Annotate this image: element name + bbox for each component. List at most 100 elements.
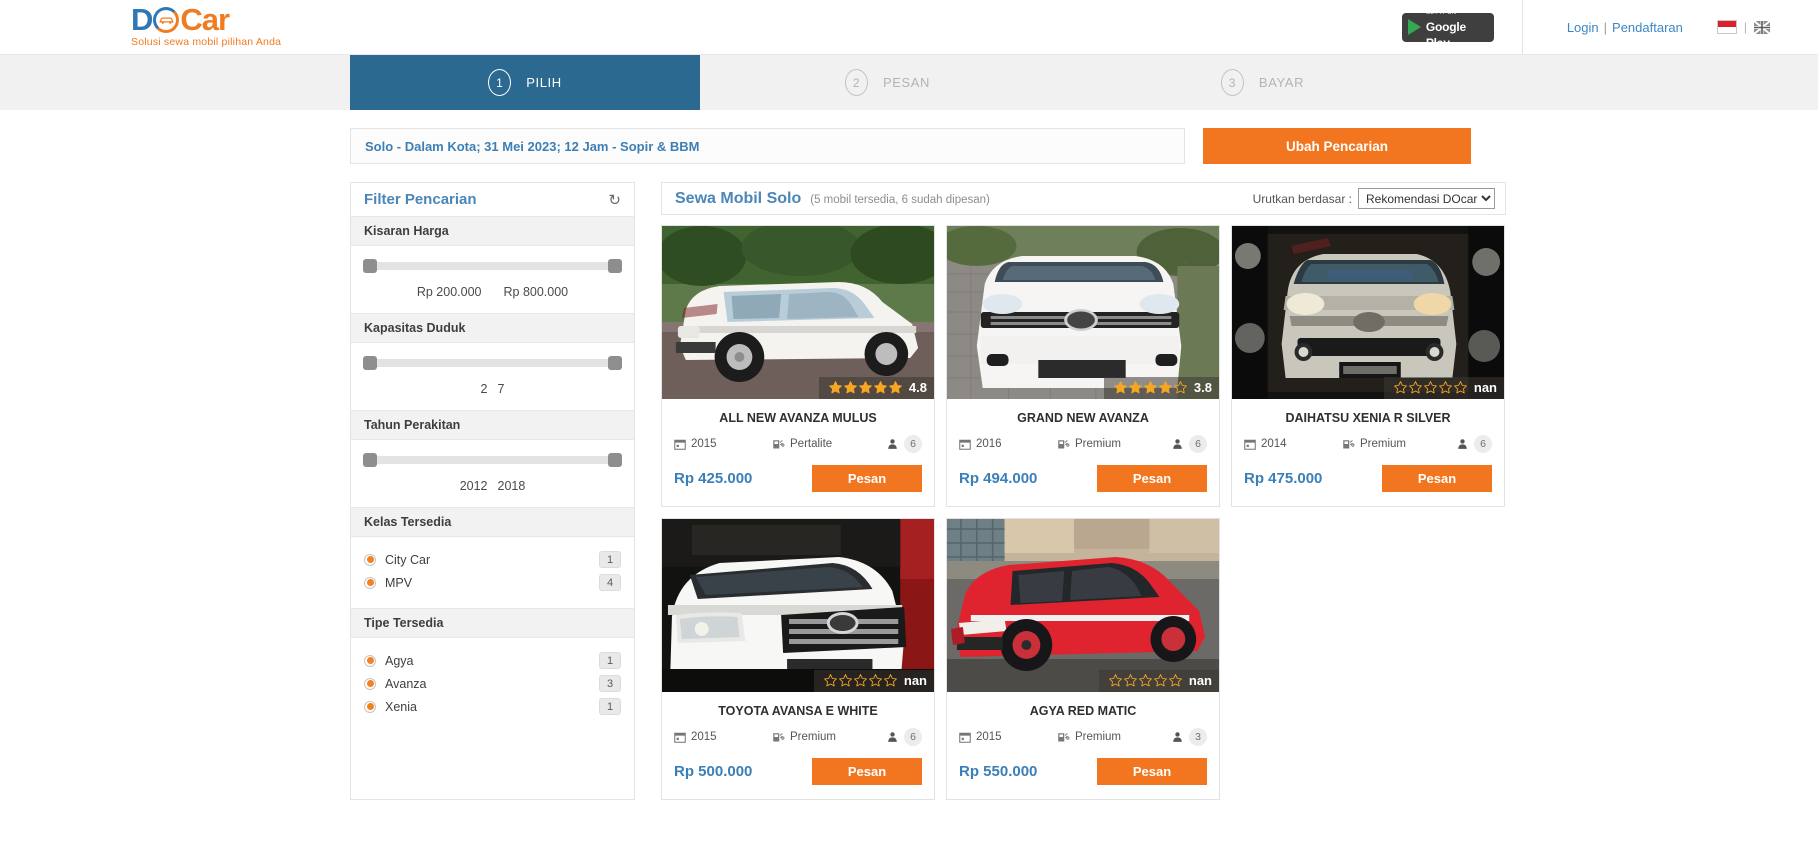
car-photo[interactable]: 3.8 bbox=[947, 226, 1219, 399]
calendar-icon bbox=[1244, 439, 1256, 450]
book-button[interactable]: Pesan bbox=[1097, 465, 1207, 492]
car-specs: 2015 Premium 6 bbox=[662, 718, 934, 746]
filter-sidebar: Filter Pencarian ↻ Kisaran Harga Rp 200.… bbox=[350, 182, 635, 800]
car-card[interactable]: 3.8 GRAND NEW AVANZA 2016 Premium 6 Rp 4… bbox=[946, 225, 1220, 507]
step-3-label: BAYAR bbox=[1258, 75, 1305, 90]
person-icon bbox=[1458, 439, 1467, 449]
filter-option-avanza[interactable]: Avanza 3 bbox=[364, 672, 621, 695]
car-card[interactable]: nan TOYOTA AVANSA E WHITE 2015 Premium 6… bbox=[661, 518, 935, 800]
uk-flag-icon[interactable] bbox=[1754, 20, 1770, 34]
price-slider-handle-max[interactable] bbox=[608, 259, 622, 273]
star-rating bbox=[823, 673, 898, 688]
register-link[interactable]: Pendaftaran bbox=[1612, 20, 1683, 35]
price-min-value: Rp 200.000 bbox=[416, 285, 482, 299]
logo[interactable]: D Car Solusi sewa mobil pilihan Anda bbox=[131, 1, 431, 48]
person-icon bbox=[888, 732, 897, 742]
booking-stepper: 1 PILIH 2 PESAN 3 BAYAR bbox=[0, 55, 1818, 110]
spec-seats: 6 bbox=[1172, 435, 1207, 453]
car-photo[interactable]: nan bbox=[662, 519, 934, 692]
year-filter-body: 2012 2018 bbox=[351, 440, 634, 507]
book-button[interactable]: Pesan bbox=[812, 758, 922, 785]
filter-option-city-car[interactable]: City Car 1 bbox=[364, 548, 621, 571]
price-slider-handle-min[interactable] bbox=[363, 259, 377, 273]
star-icon bbox=[854, 674, 867, 687]
logo-wordmark: D Car bbox=[131, 1, 431, 37]
logo-tagline: Solusi sewa mobil pilihan Anda bbox=[131, 35, 282, 48]
car-photo[interactable]: nan bbox=[1232, 226, 1504, 399]
car-photo[interactable]: 4.8 bbox=[662, 226, 934, 399]
calendar-icon bbox=[959, 732, 971, 743]
rating-value: nan bbox=[1188, 673, 1212, 688]
step-pesan[interactable]: 2 PESAN bbox=[700, 55, 1075, 110]
car-name: AGYA RED MATIC bbox=[1029, 704, 1137, 718]
class-filter-heading: Kelas Tersedia bbox=[351, 507, 634, 537]
logo-text-suffix: Car bbox=[180, 1, 230, 37]
calendar-icon bbox=[674, 732, 686, 743]
star-icon bbox=[1124, 674, 1137, 687]
radio-checked-icon bbox=[364, 677, 376, 690]
car-card[interactable]: 4.8 ALL NEW AVANZA MULUS 2015 Pertalite … bbox=[661, 225, 935, 507]
seats-slider-handle-max[interactable] bbox=[608, 356, 622, 370]
fuel-pump-icon bbox=[1343, 440, 1355, 449]
book-button[interactable]: Pesan bbox=[1097, 758, 1207, 785]
car-card[interactable]: nan AGYA RED MATIC 2015 Premium 3 Rp 550… bbox=[946, 518, 1220, 800]
car-price: Rp 494.000 bbox=[959, 470, 1038, 487]
step-1-number: 1 bbox=[488, 69, 512, 96]
fuel-pump-icon bbox=[1058, 733, 1070, 742]
indonesia-flag-icon[interactable] bbox=[1716, 20, 1737, 34]
car-name: GRAND NEW AVANZA bbox=[1017, 411, 1149, 425]
year-value: 2014 bbox=[1261, 438, 1287, 450]
price-slider[interactable] bbox=[363, 259, 622, 273]
spec-seats: 6 bbox=[887, 728, 922, 746]
seats-value: 6 bbox=[1189, 435, 1207, 453]
spec-year: 2015 bbox=[674, 731, 772, 743]
car-card-grid: 4.8 ALL NEW AVANZA MULUS 2015 Pertalite … bbox=[661, 225, 1506, 800]
search-summary[interactable]: Solo - Dalam Kota; 31 Mei 2023; 12 Jam -… bbox=[350, 128, 1185, 164]
star-icon bbox=[1394, 381, 1407, 394]
fuel-pump-icon bbox=[1058, 440, 1070, 449]
type-option-label: Avanza bbox=[385, 676, 427, 691]
year-slider-handle-max[interactable] bbox=[608, 453, 622, 467]
step-pilih[interactable]: 1 PILIH bbox=[350, 55, 700, 110]
car-price: Rp 475.000 bbox=[1244, 470, 1323, 487]
rating-value: 4.8 bbox=[908, 380, 927, 395]
seats-slider[interactable] bbox=[363, 356, 622, 370]
star-icon bbox=[884, 674, 897, 687]
seats-filter-heading: Kapasitas Duduk bbox=[351, 313, 634, 343]
filter-option-agya[interactable]: Agya 1 bbox=[364, 649, 621, 672]
car-in-circle-icon bbox=[153, 6, 180, 33]
filter-option-xenia[interactable]: Xenia 1 bbox=[364, 695, 621, 718]
seats-slider-handle-min[interactable] bbox=[363, 356, 377, 370]
rating-value: nan bbox=[1473, 380, 1497, 395]
type-option-count: 3 bbox=[599, 675, 621, 692]
sort-select[interactable]: Rekomendasi DOcar bbox=[1358, 188, 1495, 209]
spec-seats: 6 bbox=[887, 435, 922, 453]
car-card[interactable]: nan DAIHATSU XENIA R SILVER 2014 Premium… bbox=[1231, 225, 1505, 507]
year-slider-handle-min[interactable] bbox=[363, 453, 377, 467]
google-play-line1: GET IT ON bbox=[1425, 9, 1457, 16]
radio-checked-icon bbox=[364, 553, 376, 566]
step-bayar[interactable]: 3 BAYAR bbox=[1075, 55, 1450, 110]
google-play-icon bbox=[1407, 19, 1421, 35]
radio-checked-icon bbox=[364, 700, 376, 713]
logo-text-prefix: D bbox=[131, 1, 153, 37]
filter-option-mpv[interactable]: MPV 4 bbox=[364, 571, 621, 594]
star-icon bbox=[1424, 381, 1437, 394]
login-link[interactable]: Login bbox=[1567, 20, 1599, 35]
book-button[interactable]: Pesan bbox=[1382, 465, 1492, 492]
google-play-badge[interactable]: GET IT ON Google Play bbox=[1401, 9, 1494, 50]
car-specs: 2015 Premium 3 bbox=[947, 718, 1219, 746]
year-value: 2016 bbox=[976, 438, 1002, 450]
car-specs: 2015 Pertalite 6 bbox=[662, 425, 934, 453]
year-slider[interactable] bbox=[363, 453, 622, 467]
book-button[interactable]: Pesan bbox=[812, 465, 922, 492]
star-rating bbox=[828, 380, 903, 395]
spec-year: 2016 bbox=[959, 438, 1057, 450]
spec-seats: 3 bbox=[1172, 728, 1207, 746]
fuel-value: Premium bbox=[790, 731, 837, 743]
class-option-count: 4 bbox=[599, 574, 621, 591]
car-photo[interactable]: nan bbox=[947, 519, 1219, 692]
refresh-icon[interactable]: ↻ bbox=[608, 191, 621, 209]
change-search-button[interactable]: Ubah Pencarian bbox=[1203, 128, 1471, 164]
page-body: Solo - Dalam Kota; 31 Mei 2023; 12 Jam -… bbox=[0, 110, 1818, 800]
